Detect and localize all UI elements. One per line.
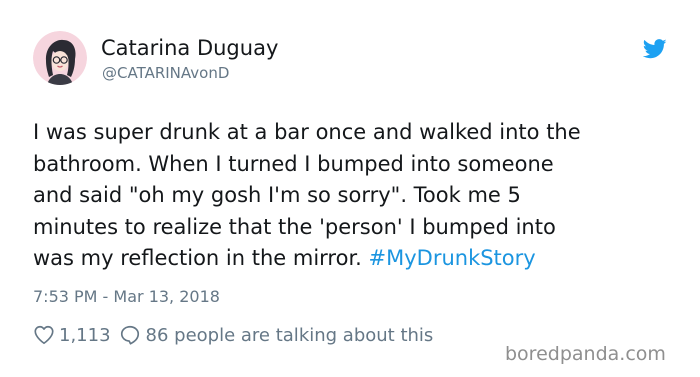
tweet-line: minutes to realize that the 'person' I b… (33, 214, 556, 239)
tweet-line: and said "oh my gosh I'm so sorry". Took… (33, 183, 521, 207)
tweet-card: Catarina Duguay @CATARINAvonD I was supe… (0, 0, 700, 377)
watermark-boredpanda: boredpanda.com (505, 343, 666, 365)
talking-count[interactable]: 86 people are talking about this (146, 325, 434, 346)
twitter-bird-icon[interactable] (642, 39, 667, 59)
author-display-name[interactable]: Catarina Duguay (101, 36, 278, 60)
author-avatar[interactable] (33, 31, 87, 85)
tweet-line-text: was my reflection in the mirror. (33, 246, 369, 270)
heart-icon[interactable] (33, 324, 55, 346)
hashtag-link[interactable]: #MyDrunkStory (369, 246, 536, 270)
tweet-line: bathroom. When I turned I bumped into so… (33, 151, 554, 176)
tweet-line-last: was my reflection in the mirror. #MyDrun… (33, 243, 673, 275)
like-count[interactable]: 1,113 (59, 325, 111, 346)
speech-bubble-icon[interactable] (119, 324, 141, 346)
engagement-bar: 1,113 86 people are talking about this (33, 322, 433, 348)
author-handle[interactable]: @CATARINAvonD (102, 64, 229, 82)
tweet-body: I was super drunk at a bar once and walk… (33, 117, 673, 275)
cartoon-woman-avatar-icon (33, 31, 87, 85)
tweet-timestamp[interactable]: 7:53 PM - Mar 13, 2018 (33, 287, 220, 306)
tweet-line: I was super drunk at a bar once and walk… (33, 120, 581, 144)
